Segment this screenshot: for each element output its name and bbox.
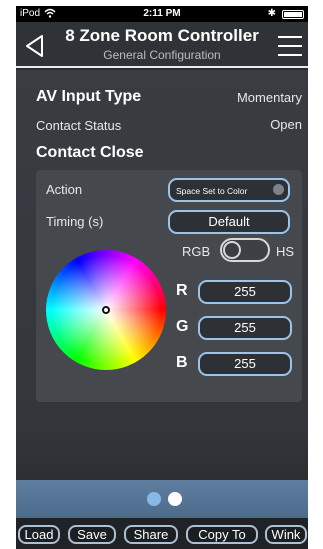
- red-label: R: [176, 282, 188, 299]
- page-title: 8 Zone Room Controller: [65, 26, 259, 45]
- blue-label: B: [176, 354, 188, 371]
- configuration-content: AV Input Type Momentary Contact Status O…: [16, 70, 308, 430]
- bluetooth-icon: ✱: [267, 8, 276, 19]
- action-label: Action: [46, 182, 83, 197]
- clock: 2:11 PM: [143, 8, 181, 19]
- copy-to-button[interactable]: Copy To: [186, 525, 258, 544]
- color-wheel-handle[interactable]: [102, 306, 110, 314]
- contact-status-label: Contact Status: [36, 118, 122, 133]
- app-screen: iPod 2:11 PM ✱ 8 Zone Room Controller Ge…: [16, 6, 308, 549]
- share-button[interactable]: Share: [124, 525, 178, 544]
- action-select[interactable]: Space Set to Color: [168, 178, 290, 202]
- dropdown-icon: [273, 184, 284, 195]
- page-subtitle: General Configuration: [103, 48, 221, 62]
- bottom-toolbar: Load Save Share Copy To Wink: [16, 518, 308, 549]
- toggle-knob: [223, 241, 241, 259]
- status-bar: iPod 2:11 PM ✱: [16, 6, 308, 22]
- load-button[interactable]: Load: [18, 525, 60, 544]
- contact-status-value: Open: [270, 117, 302, 132]
- navigation-bar: 8 Zone Room Controller General Configura…: [16, 22, 308, 68]
- red-input[interactable]: 255: [198, 280, 292, 304]
- timing-label: Timing (s): [46, 214, 104, 229]
- page-dot-1[interactable]: [147, 492, 161, 506]
- av-input-label: AV Input Type: [36, 88, 142, 105]
- save-button[interactable]: Save: [68, 525, 116, 544]
- av-input-value[interactable]: Momentary: [237, 90, 302, 105]
- color-mode-toggle[interactable]: [220, 238, 270, 262]
- content-bottom-fade: [16, 430, 308, 480]
- wink-button[interactable]: Wink: [265, 525, 307, 544]
- timing-field[interactable]: Default: [168, 210, 290, 234]
- hamburger-menu-icon[interactable]: [278, 36, 302, 56]
- page-dot-2[interactable]: [168, 492, 182, 506]
- contact-close-panel: Action Space Set to Color Timing (s) Def…: [36, 170, 302, 402]
- action-value: Space Set to Color: [176, 186, 248, 196]
- green-label: G: [176, 318, 189, 335]
- contact-status-row: Contact Status Open: [36, 117, 302, 135]
- contact-close-heading-row: Contact Close: [36, 144, 302, 162]
- green-input[interactable]: 255: [198, 316, 292, 340]
- battery-icon: [282, 10, 304, 19]
- rgb-mode-label: RGB: [182, 244, 211, 259]
- color-wheel[interactable]: [46, 250, 166, 370]
- page-indicator-bar: [16, 480, 308, 518]
- av-input-row[interactable]: AV Input Type Momentary: [36, 88, 302, 106]
- blue-input[interactable]: 255: [198, 352, 292, 376]
- contact-close-heading: Contact Close: [36, 144, 144, 161]
- hs-mode-label: HS: [276, 244, 295, 259]
